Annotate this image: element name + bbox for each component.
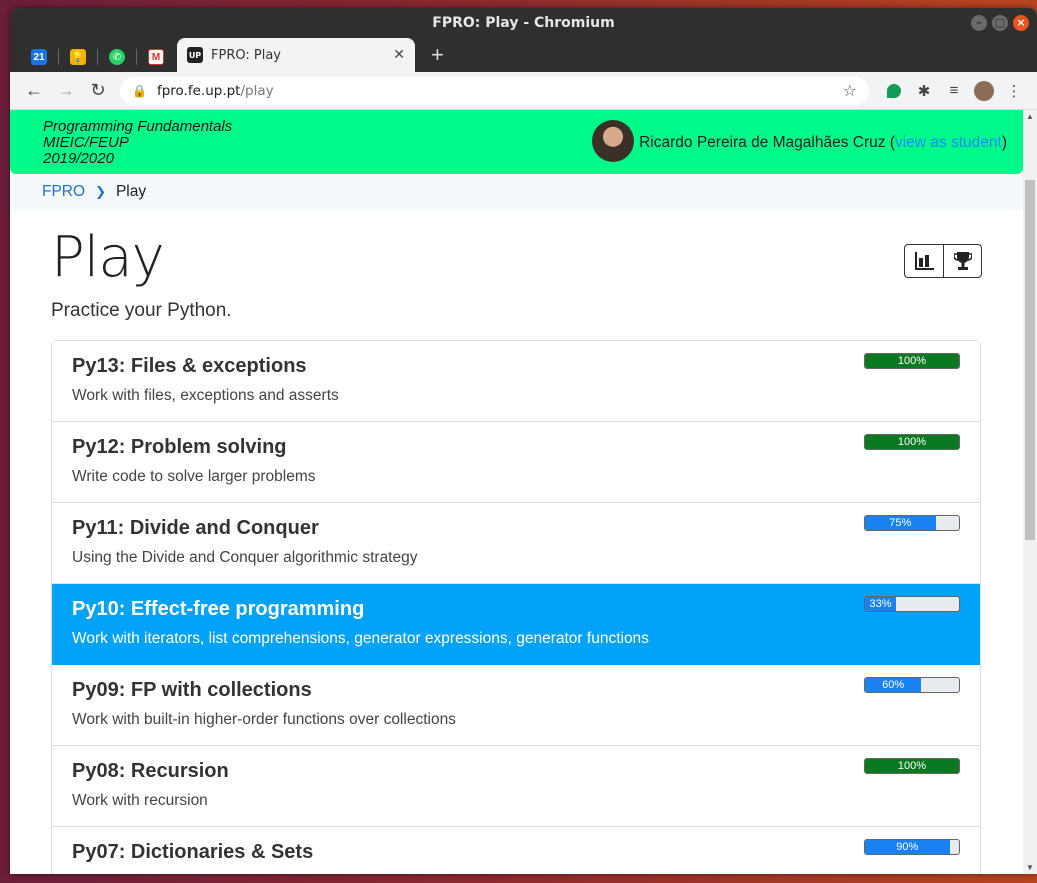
- course-year: 2019/2020: [43, 150, 114, 167]
- lesson-item[interactable]: Py08: Recursion Work with recursion 100%: [52, 746, 980, 827]
- extensions-puzzle-icon[interactable]: ✱: [909, 82, 939, 100]
- keep-icon: 💡: [70, 49, 86, 65]
- tab-calendar[interactable]: 21: [20, 42, 58, 72]
- progress-fill: 100%: [865, 435, 959, 449]
- lesson-description: Work with files, exceptions and asserts: [72, 387, 339, 404]
- close-window-button[interactable]: ×: [1013, 15, 1029, 31]
- lesson-title: Py10: Effect-free programming: [72, 598, 365, 620]
- lesson-title: Py12: Problem solving: [72, 436, 287, 458]
- progress-fill: 100%: [865, 354, 959, 368]
- progress-bar: 75%: [864, 515, 960, 531]
- lesson-title: Py11: Divide and Conquer: [72, 517, 319, 539]
- tab-title: FPRO: Play: [211, 47, 281, 63]
- toolbar-button-group: [904, 244, 982, 278]
- progress-fill: 60%: [865, 678, 922, 692]
- breadcrumb-home-link[interactable]: FPRO: [42, 183, 85, 201]
- stats-button[interactable]: [905, 245, 943, 277]
- lesson-item[interactable]: Py10: Effect-free programming Work with i…: [52, 584, 980, 665]
- address-bar[interactable]: 🔒 fpro.fe.up.pt/play ☆: [120, 76, 869, 105]
- url-host: fpro.fe.up.pt: [156, 82, 241, 99]
- progress-bar: 90%: [864, 839, 960, 855]
- leaderboard-button[interactable]: [943, 245, 981, 277]
- user-name: Ricardo Pereira de Magalhães Cruz: [639, 134, 886, 151]
- progress-bar: 33%: [864, 596, 960, 612]
- lesson-title: Py13: Files & exceptions: [72, 355, 307, 377]
- forward-button[interactable]: →: [50, 80, 82, 101]
- lesson-description: Using the Divide and Conquer algorithmic…: [72, 549, 418, 566]
- lesson-item[interactable]: Py09: FP with collections Work with built…: [52, 665, 980, 746]
- tab-active[interactable]: UP FPRO: Play ✕: [177, 38, 415, 72]
- up-favicon-icon: UP: [187, 47, 203, 63]
- url-path: /play: [240, 82, 274, 99]
- reload-button[interactable]: ↻: [82, 80, 114, 101]
- title-bar: FPRO: Play - Chromium – □ ×: [10, 8, 1037, 38]
- course-program: MIEIC/FEUP: [43, 134, 129, 151]
- browser-window: FPRO: Play - Chromium – □ × 21 💡 ✆ M UP …: [10, 8, 1037, 874]
- trophy-icon: [953, 252, 972, 270]
- maximize-button[interactable]: □: [992, 15, 1008, 31]
- gmail-icon: M: [148, 49, 164, 65]
- avatar[interactable]: [592, 120, 635, 162]
- lock-icon: 🔒: [132, 83, 147, 98]
- back-button[interactable]: ←: [18, 80, 50, 101]
- scrollbar[interactable]: ▲ ▼: [1023, 110, 1037, 874]
- menu-kebab-icon[interactable]: ⋮: [999, 82, 1029, 100]
- bar-chart-icon: [915, 252, 934, 270]
- lesson-list: Py13: Files & exceptions Work with files,…: [51, 340, 981, 874]
- chevron-right-icon: ❯: [95, 184, 106, 199]
- progress-bar: 60%: [864, 677, 960, 693]
- progress-fill: 90%: [865, 840, 950, 854]
- lesson-item[interactable]: Py07: Dictionaries & Sets 90%: [52, 827, 980, 874]
- whatsapp-icon: ✆: [109, 49, 125, 65]
- lesson-description: Write code to solve larger problems: [72, 468, 316, 485]
- new-tab-button[interactable]: +: [431, 42, 444, 68]
- lesson-description: Work with iterators, list comprehensions…: [72, 630, 649, 647]
- media-control-icon[interactable]: ≡: [939, 82, 969, 99]
- calendar-icon: 21: [31, 49, 47, 65]
- course-name: Programming Fundamentals: [43, 118, 233, 135]
- profile-avatar[interactable]: [969, 80, 999, 101]
- progress-bar: 100%: [864, 758, 960, 774]
- page-viewport: Programming Fundamentals MIEIC/FEUP 2019…: [10, 110, 1037, 874]
- progress-bar: 100%: [864, 353, 960, 369]
- minimize-button[interactable]: –: [971, 15, 987, 31]
- view-as-student-link[interactable]: view as student: [895, 134, 1002, 152]
- progress-fill: 33%: [865, 597, 897, 611]
- course-info: Programming Fundamentals MIEIC/FEUP 2019…: [43, 119, 232, 167]
- user-info: Ricardo Pereira de Magalhães Cruz (view …: [592, 120, 1007, 162]
- bookmark-star-icon[interactable]: ☆: [843, 81, 857, 100]
- browser-toolbar: ← → ↻ 🔒 fpro.fe.up.pt/play ☆ ✱ ≡ ⋮: [10, 72, 1037, 110]
- lesson-item[interactable]: Py11: Divide and Conquer Using the Divide…: [52, 503, 980, 584]
- close-tab-icon[interactable]: ✕: [393, 47, 405, 63]
- scroll-down-icon[interactable]: ▼: [1023, 863, 1037, 872]
- window-title: FPRO: Play - Chromium: [432, 15, 615, 31]
- progress-bar: 100%: [864, 434, 960, 450]
- breadcrumb: FPRO ❯ Play: [10, 174, 1023, 210]
- lesson-title: Py07: Dictionaries & Sets: [72, 841, 314, 863]
- site-header: Programming Fundamentals MIEIC/FEUP 2019…: [10, 110, 1023, 174]
- lesson-title: Py08: Recursion: [72, 760, 229, 782]
- lesson-description: Work with recursion: [72, 792, 208, 809]
- breadcrumb-current: Play: [115, 183, 147, 200]
- tab-gmail[interactable]: M: [137, 42, 175, 72]
- scroll-up-icon[interactable]: ▲: [1023, 112, 1037, 121]
- progress-fill: 100%: [865, 759, 959, 773]
- lesson-description: Work with built-in higher-order function…: [72, 711, 456, 728]
- extension-grammarly-icon[interactable]: [879, 83, 909, 98]
- tab-whatsapp[interactable]: ✆: [98, 42, 136, 72]
- lesson-item[interactable]: Py13: Files & exceptions Work with files,…: [52, 341, 980, 422]
- tab-strip: 21 💡 ✆ M UP FPRO: Play ✕ +: [10, 38, 1037, 72]
- progress-fill: 75%: [865, 516, 936, 530]
- page-title: Play: [51, 225, 165, 290]
- tab-keep[interactable]: 💡: [59, 42, 97, 72]
- scroll-thumb[interactable]: [1025, 180, 1035, 540]
- lesson-title: Py09: FP with collections: [72, 679, 312, 701]
- lesson-item[interactable]: Py12: Problem solving Write code to solve…: [52, 422, 980, 503]
- page-subtitle: Practice your Python.: [51, 300, 232, 321]
